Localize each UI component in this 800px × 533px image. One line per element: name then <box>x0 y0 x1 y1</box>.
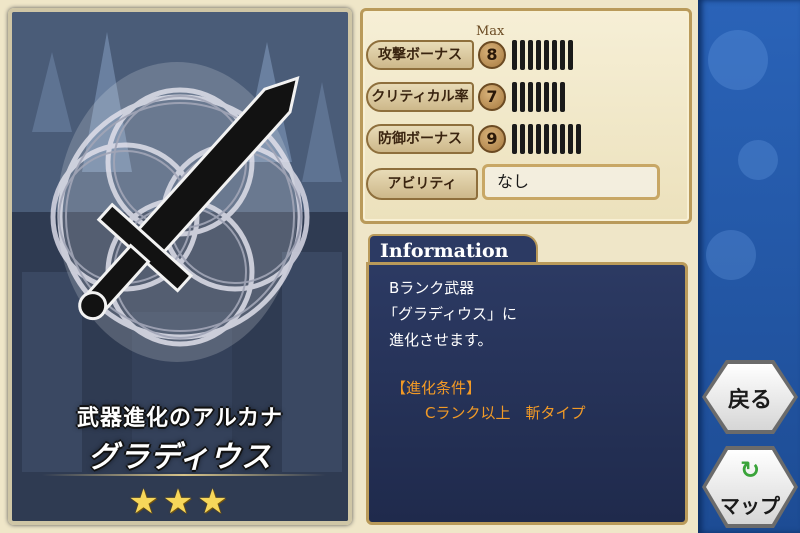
information-tab: Information <box>368 234 538 264</box>
stat-value: 9 <box>478 125 506 153</box>
stat-bar-segment <box>520 82 525 112</box>
stat-label: 攻撃ボーナス <box>366 40 474 70</box>
refresh-icon: ↻ <box>739 456 761 484</box>
max-label: Max <box>476 24 505 39</box>
stat-bars <box>512 40 573 70</box>
stat-bar-segment <box>536 40 541 70</box>
stat-label: クリティカル率 <box>366 82 474 112</box>
map-button[interactable]: ↻ マップ <box>702 446 798 528</box>
card-divider <box>42 474 326 476</box>
stat-bar-segment <box>528 40 533 70</box>
stat-bar-segment <box>544 40 549 70</box>
back-button[interactable]: 戻る <box>702 360 798 434</box>
stat-value: 8 <box>478 41 506 69</box>
condition-text: Cランク以上 斬タイプ <box>425 404 586 422</box>
stat-bar-segment <box>536 82 541 112</box>
back-button-label: 戻る <box>727 387 772 413</box>
stat-bar-segment <box>552 82 557 112</box>
stat-bar-segment <box>568 124 573 154</box>
stat-bar-segment <box>552 40 557 70</box>
stat-bar-segment <box>552 124 557 154</box>
stat-bar-segment <box>512 82 517 112</box>
stat-bar-segment <box>512 40 517 70</box>
ability-label: アビリティ <box>366 168 478 200</box>
card-subtitle: 武器進化のアルカナ <box>76 405 284 431</box>
stat-bar-segment <box>560 82 565 112</box>
stat-bar-segment <box>536 124 541 154</box>
stat-bar-segment <box>512 124 517 154</box>
stat-bar-segment <box>520 40 525 70</box>
stat-bar-segment <box>528 124 533 154</box>
stat-bars <box>512 124 581 154</box>
stat-bar-segment <box>560 124 565 154</box>
stat-value: 7 <box>478 83 506 111</box>
stat-bar-segment <box>520 124 525 154</box>
stat-bar-segment <box>560 40 565 70</box>
info-line: Bランク武器 <box>389 279 475 297</box>
information-panel: Bランク武器 「グラディウス」に 進化させます。 【進化条件】 Cランク以上 斬… <box>366 262 688 525</box>
stat-bar-segment <box>544 82 549 112</box>
stat-bar-segment <box>528 82 533 112</box>
condition-title: 【進化条件】 <box>391 379 482 397</box>
info-line: 「グラディウス」に <box>383 305 517 323</box>
info-line: 進化させます。 <box>389 331 493 349</box>
stat-bar-segment <box>568 40 573 70</box>
stat-bars <box>512 82 565 112</box>
stat-label: 防御ボーナス <box>366 124 474 154</box>
card-name: グラディウス <box>88 440 272 475</box>
map-button-label: マップ <box>720 494 780 518</box>
stat-bar-segment <box>544 124 549 154</box>
stat-bar-segment <box>576 124 581 154</box>
rarity-stars: ★★★ <box>128 482 232 522</box>
weapon-card: 武器進化のアルカナ グラディウス ★★★ <box>8 8 352 525</box>
ability-value: なし <box>482 164 660 200</box>
